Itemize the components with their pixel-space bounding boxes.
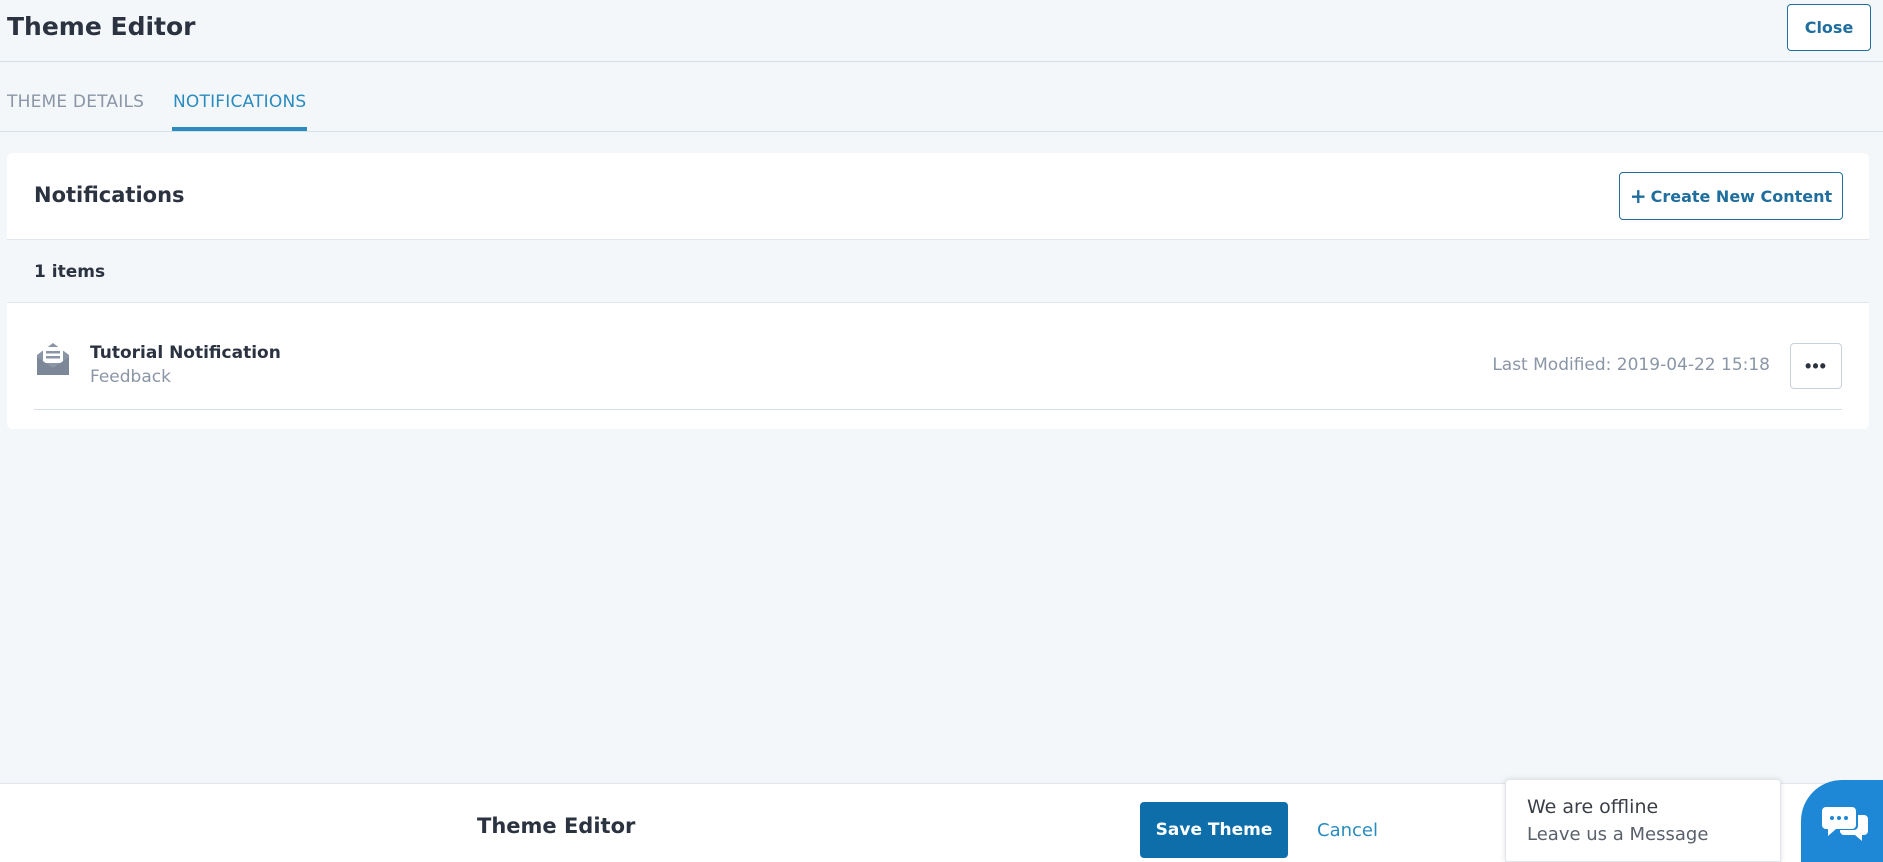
notifications-card: Notifications + Create New Content 1 ite…: [7, 153, 1869, 429]
cancel-link[interactable]: Cancel: [1317, 820, 1378, 841]
page-title: Theme Editor: [7, 12, 196, 41]
row-title: Tutorial Notification: [90, 343, 281, 363]
items-count: 1 items: [34, 262, 106, 282]
chat-launcher-button[interactable]: [1801, 780, 1883, 862]
create-new-content-button[interactable]: + Create New Content: [1619, 172, 1843, 220]
card-title: Notifications: [34, 183, 185, 207]
save-theme-button[interactable]: Save Theme: [1140, 802, 1288, 858]
theme-editor-app: Theme Editor Close THEME DETAILS NOTIFIC…: [0, 0, 1883, 862]
last-modified: Last Modified: 2019-04-22 15:18: [1492, 355, 1770, 375]
create-new-content-label: Create New Content: [1650, 186, 1833, 206]
row-subtitle: Feedback: [90, 367, 171, 387]
tab-bar: THEME DETAILS NOTIFICATIONS: [0, 62, 1883, 132]
chat-status: We are offline: [1527, 796, 1659, 818]
envelope-open-icon: [37, 343, 69, 375]
card-header: Notifications + Create New Content: [7, 153, 1869, 240]
list-item[interactable]: Tutorial Notification Feedback Last Modi…: [34, 303, 1842, 410]
ellipsis-icon: •••: [1805, 355, 1827, 376]
footer-title: Theme Editor: [477, 814, 636, 838]
chat-offline-bubble[interactable]: We are offline Leave us a Message: [1505, 779, 1781, 862]
tab-theme-details[interactable]: THEME DETAILS: [7, 92, 144, 131]
close-button[interactable]: Close: [1787, 4, 1871, 51]
header-bar: Theme Editor Close: [0, 0, 1883, 62]
chat-bubbles-icon: [1822, 807, 1868, 841]
chat-message: Leave us a Message: [1527, 824, 1709, 845]
tab-notifications[interactable]: NOTIFICATIONS: [172, 92, 308, 131]
more-options-button[interactable]: •••: [1790, 343, 1842, 389]
plus-icon: +: [1629, 184, 1647, 208]
items-count-bar: 1 items: [7, 240, 1869, 303]
